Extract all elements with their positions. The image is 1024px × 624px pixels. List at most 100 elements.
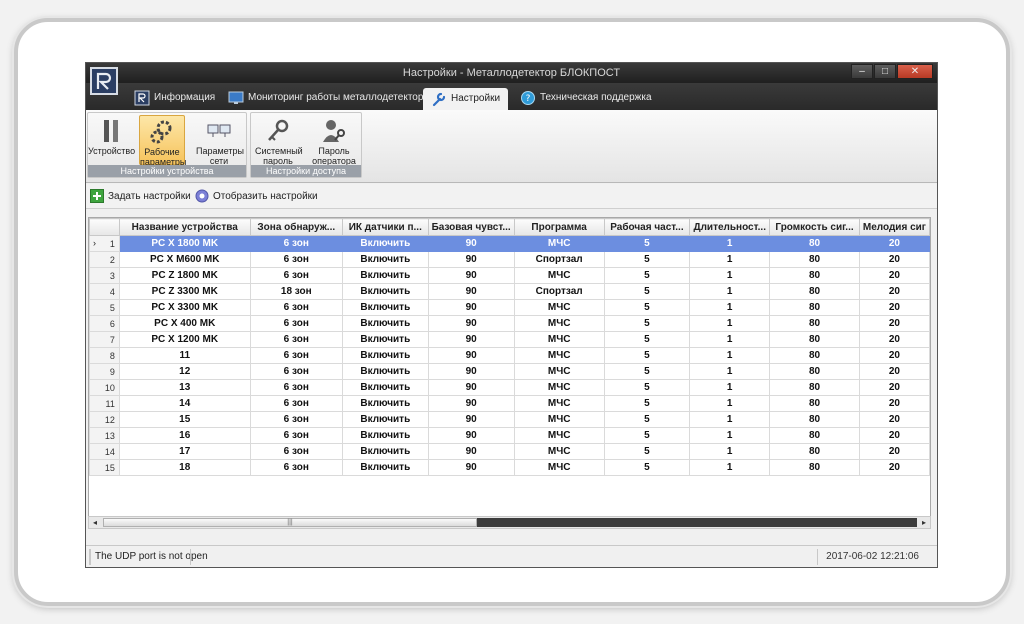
table-cell[interactable]: Включить: [342, 267, 429, 284]
table-cell[interactable]: 6 зон: [249, 315, 344, 332]
table-cell[interactable]: Включить: [342, 283, 429, 300]
table-cell[interactable]: 14: [118, 395, 251, 412]
row-header[interactable]: 6: [89, 315, 120, 332]
table-cell[interactable]: 6 зон: [249, 411, 344, 428]
table-cell[interactable]: 90: [427, 315, 515, 332]
table-cell[interactable]: Включить: [342, 331, 429, 348]
table-cell[interactable]: 80: [769, 331, 860, 348]
table-cell[interactable]: МЧС: [513, 395, 605, 412]
table-cell[interactable]: 80: [769, 379, 860, 396]
table-cell[interactable]: 6 зон: [249, 299, 344, 316]
table-cell[interactable]: 1: [689, 347, 771, 364]
device-button[interactable]: Устройство: [88, 115, 135, 165]
table-cell[interactable]: 20: [858, 251, 930, 268]
table-cell[interactable]: Включить: [342, 315, 429, 332]
table-row[interactable]: 8 11 6 зон Включить 90 МЧС 5 1 80 20: [89, 347, 930, 364]
table-cell[interactable]: Включить: [342, 427, 429, 444]
table-cell[interactable]: Спортзал: [513, 251, 605, 268]
table-cell[interactable]: МЧС: [513, 299, 605, 316]
table-cell[interactable]: 6 зон: [249, 235, 344, 252]
table-cell[interactable]: 1: [689, 283, 771, 300]
table-cell[interactable]: 80: [769, 395, 860, 412]
table-cell[interactable]: Включить: [342, 251, 429, 268]
app-logo[interactable]: [90, 67, 118, 95]
table-cell[interactable]: 20: [858, 235, 930, 252]
table-cell[interactable]: МЧС: [513, 347, 605, 364]
table-cell[interactable]: 20: [858, 283, 930, 300]
row-header[interactable]: 7: [89, 331, 120, 348]
table-cell[interactable]: Спортзал: [513, 283, 605, 300]
table-cell[interactable]: 20: [858, 395, 930, 412]
table-cell[interactable]: 80: [769, 411, 860, 428]
table-row[interactable]: 10 13 6 зон Включить 90 МЧС 5 1 80 20: [89, 379, 930, 396]
table-cell[interactable]: 5: [603, 299, 691, 316]
table-row[interactable]: 9 12 6 зон Включить 90 МЧС 5 1 80 20: [89, 363, 930, 380]
table-cell[interactable]: 6 зон: [249, 427, 344, 444]
table-cell[interactable]: МЧС: [513, 235, 605, 252]
table-cell[interactable]: 5: [603, 283, 691, 300]
table-cell[interactable]: 20: [858, 443, 930, 460]
table-cell[interactable]: 1: [689, 459, 771, 476]
table-cell[interactable]: 18 зон: [249, 283, 344, 300]
table-cell[interactable]: 20: [858, 331, 930, 348]
column-header[interactable]: Программа: [513, 218, 605, 236]
table-cell[interactable]: 6 зон: [249, 379, 344, 396]
table-cell[interactable]: 90: [427, 347, 515, 364]
table-cell[interactable]: 80: [769, 443, 860, 460]
minimize-button[interactable]: –: [851, 64, 873, 79]
scroll-thumb[interactable]: |||: [103, 518, 477, 527]
table-cell[interactable]: 80: [769, 267, 860, 284]
table-row[interactable]: 15 18 6 зон Включить 90 МЧС 5 1 80 20: [89, 459, 930, 476]
table-cell[interactable]: 20: [858, 299, 930, 316]
table-cell[interactable]: PC X 1800 MK: [118, 235, 251, 252]
table-cell[interactable]: 5: [603, 235, 691, 252]
table-cell[interactable]: 90: [427, 283, 515, 300]
table-cell[interactable]: PC X 1200 MK: [118, 331, 251, 348]
table-cell[interactable]: МЧС: [513, 315, 605, 332]
table-cell[interactable]: 90: [427, 411, 515, 428]
table-cell[interactable]: 5: [603, 411, 691, 428]
network-params-button[interactable]: Параметры сети: [196, 115, 244, 166]
table-cell[interactable]: 80: [769, 363, 860, 380]
table-cell[interactable]: 1: [689, 331, 771, 348]
table-cell[interactable]: 20: [858, 315, 930, 332]
row-header[interactable]: 14: [89, 443, 120, 460]
table-cell[interactable]: 5: [603, 251, 691, 268]
table-cell[interactable]: Включить: [342, 443, 429, 460]
table-row[interactable]: 12 15 6 зон Включить 90 МЧС 5 1 80 20: [89, 411, 930, 428]
table-row[interactable]: 7 PC X 1200 MK 6 зон Включить 90 МЧС 5 1 80 20: [89, 331, 930, 348]
table-cell[interactable]: 90: [427, 251, 515, 268]
table-cell[interactable]: 6 зон: [249, 267, 344, 284]
table-cell[interactable]: МЧС: [513, 443, 605, 460]
horizontal-scrollbar[interactable]: ◂ ||| ▸: [88, 516, 931, 529]
table-cell[interactable]: 90: [427, 459, 515, 476]
table-cell[interactable]: 5: [603, 427, 691, 444]
tab-monitoring[interactable]: Мониторинг работы металлодетектора: [228, 87, 429, 109]
tab-support[interactable]: ? Техническая поддержка: [520, 87, 652, 109]
table-row[interactable]: 6 PC X 400 MK 6 зон Включить 90 МЧС 5 1 80 20: [89, 315, 930, 332]
show-settings-button[interactable]: Отобразить настройки: [195, 188, 318, 204]
table-cell[interactable]: 17: [118, 443, 251, 460]
table-cell[interactable]: PC X 3300 MK: [118, 299, 251, 316]
table-cell[interactable]: Включить: [342, 459, 429, 476]
table-cell[interactable]: 5: [603, 331, 691, 348]
set-settings-button[interactable]: Задать настройки: [90, 188, 191, 204]
table-row[interactable]: 3 PC Z 1800 MK 6 зон Включить 90 МЧС 5 1 80 20: [89, 267, 930, 284]
table-cell[interactable]: 6 зон: [249, 443, 344, 460]
table-cell[interactable]: Включить: [342, 299, 429, 316]
table-cell[interactable]: 1: [689, 427, 771, 444]
row-header[interactable]: 2: [89, 251, 120, 268]
table-row[interactable]: 11 14 6 зон Включить 90 МЧС 5 1 80 20: [89, 395, 930, 412]
column-header[interactable]: Рабочая част...: [603, 218, 691, 236]
table-cell[interactable]: 90: [427, 331, 515, 348]
table-cell[interactable]: 6 зон: [249, 331, 344, 348]
table-cell[interactable]: 90: [427, 443, 515, 460]
table-cell[interactable]: Включить: [342, 395, 429, 412]
table-cell[interactable]: 5: [603, 379, 691, 396]
table-cell[interactable]: 90: [427, 379, 515, 396]
table-cell[interactable]: 1: [689, 299, 771, 316]
table-cell[interactable]: 13: [118, 379, 251, 396]
table-cell[interactable]: 1: [689, 363, 771, 380]
table-row[interactable]: 5 PC X 3300 MK 6 зон Включить 90 МЧС 5 1 80 20: [89, 299, 930, 316]
table-cell[interactable]: 6 зон: [249, 395, 344, 412]
